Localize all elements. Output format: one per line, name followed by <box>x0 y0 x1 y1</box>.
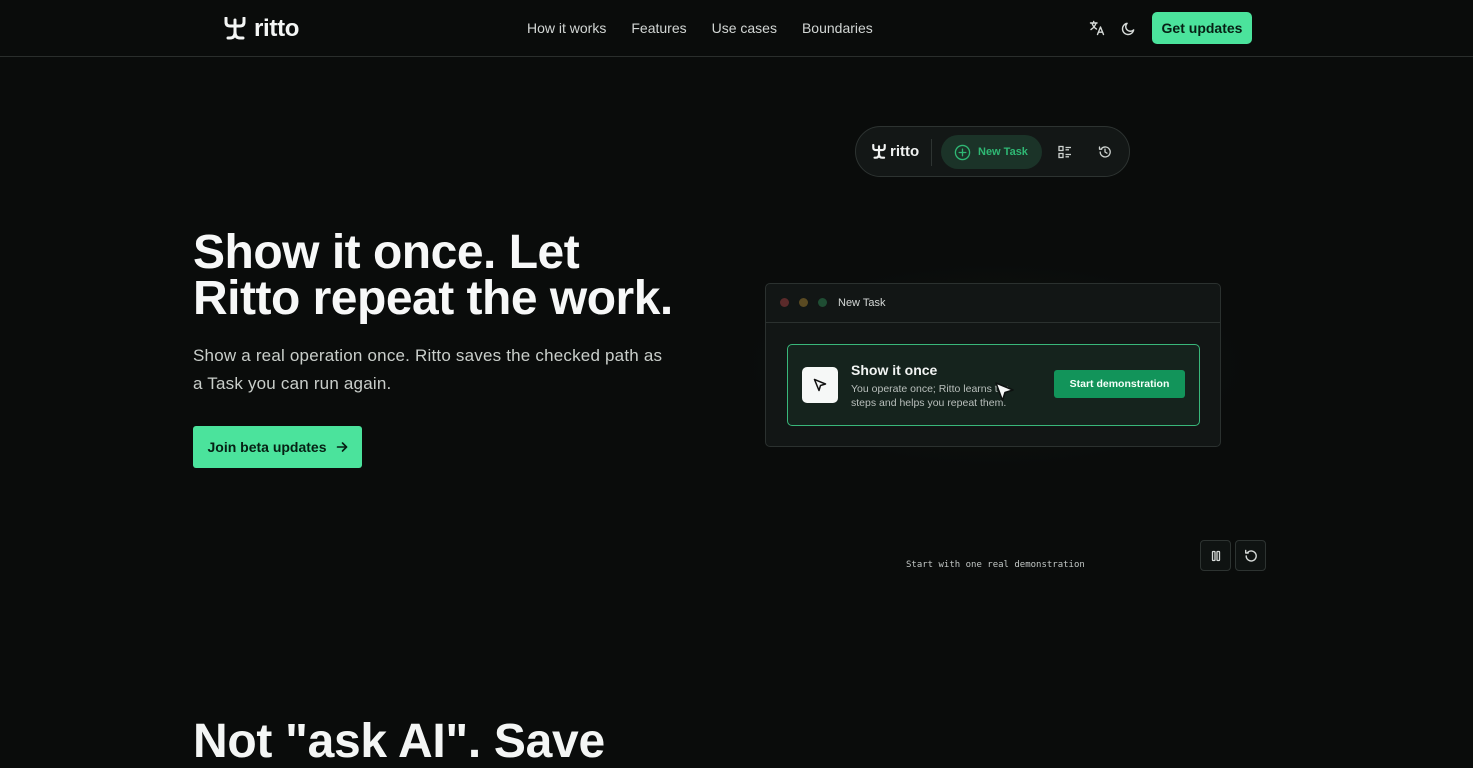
pause-button[interactable] <box>1200 540 1231 571</box>
arrow-right-icon <box>336 442 347 452</box>
hero-title: Show it once. Let Ritto repeat the work. <box>193 229 713 325</box>
ritto-logo-icon <box>224 17 246 40</box>
hero-subtitle: Show a real operation once. Ritto saves … <box>193 346 663 393</box>
window-title: New Task <box>838 297 886 309</box>
start-demonstration-button[interactable]: Start demonstration <box>1054 370 1185 398</box>
translate-icon[interactable] <box>1087 18 1107 38</box>
close-dot-icon <box>780 298 789 307</box>
window-titlebar: New Task <box>766 284 1220 323</box>
nav-use-cases[interactable]: Use cases <box>712 18 777 38</box>
join-beta-button[interactable]: Join beta updates <box>193 426 362 468</box>
replay-icon <box>1244 549 1257 562</box>
demo-caption: Start with one real demonstration <box>906 560 1085 570</box>
ritto-logo-icon <box>872 144 886 159</box>
history-icon[interactable] <box>1097 144 1113 160</box>
maximize-dot-icon <box>818 298 827 307</box>
nav-features[interactable]: Features <box>631 18 686 38</box>
mouse-pointer-icon <box>995 382 1014 402</box>
toolbar-logo-text: ritto <box>890 143 920 160</box>
get-updates-button[interactable]: Get updates <box>1152 12 1252 44</box>
cursor-icon <box>802 367 838 403</box>
logo[interactable]: ritto <box>224 14 299 44</box>
show-it-once-card: Show it once You operate once; Ritto lea… <box>787 344 1200 426</box>
pause-icon <box>1211 550 1220 561</box>
moon-icon[interactable] <box>1118 18 1138 38</box>
card-title: Show it once <box>851 362 938 378</box>
minimize-dot-icon <box>799 298 808 307</box>
nav-how-it-works[interactable]: How it works <box>527 18 606 38</box>
task-list-icon[interactable] <box>1057 144 1073 160</box>
new-task-button[interactable]: New Task <box>941 135 1042 169</box>
new-task-label: New Task <box>978 146 1028 158</box>
logo-text: ritto <box>254 15 300 42</box>
floating-toolbar: ritto New Task <box>855 126 1130 177</box>
demo-window: New Task Show it once You operate once; … <box>765 283 1221 447</box>
join-beta-label: Join beta updates <box>207 439 327 455</box>
main-nav: How it works Features Use cases Boundari… <box>527 18 873 38</box>
replay-button[interactable] <box>1235 540 1266 571</box>
site-header: ritto How it works Features Use cases Bo… <box>0 0 1473 57</box>
section-title: Not "ask AI". Save <box>193 715 605 768</box>
plus-circle-icon <box>954 144 971 160</box>
nav-boundaries[interactable]: Boundaries <box>802 18 873 38</box>
toolbar-logo: ritto <box>872 143 919 161</box>
hero-title-line-2: Ritto repeat the work. <box>193 272 673 325</box>
toolbar-divider <box>931 139 932 166</box>
